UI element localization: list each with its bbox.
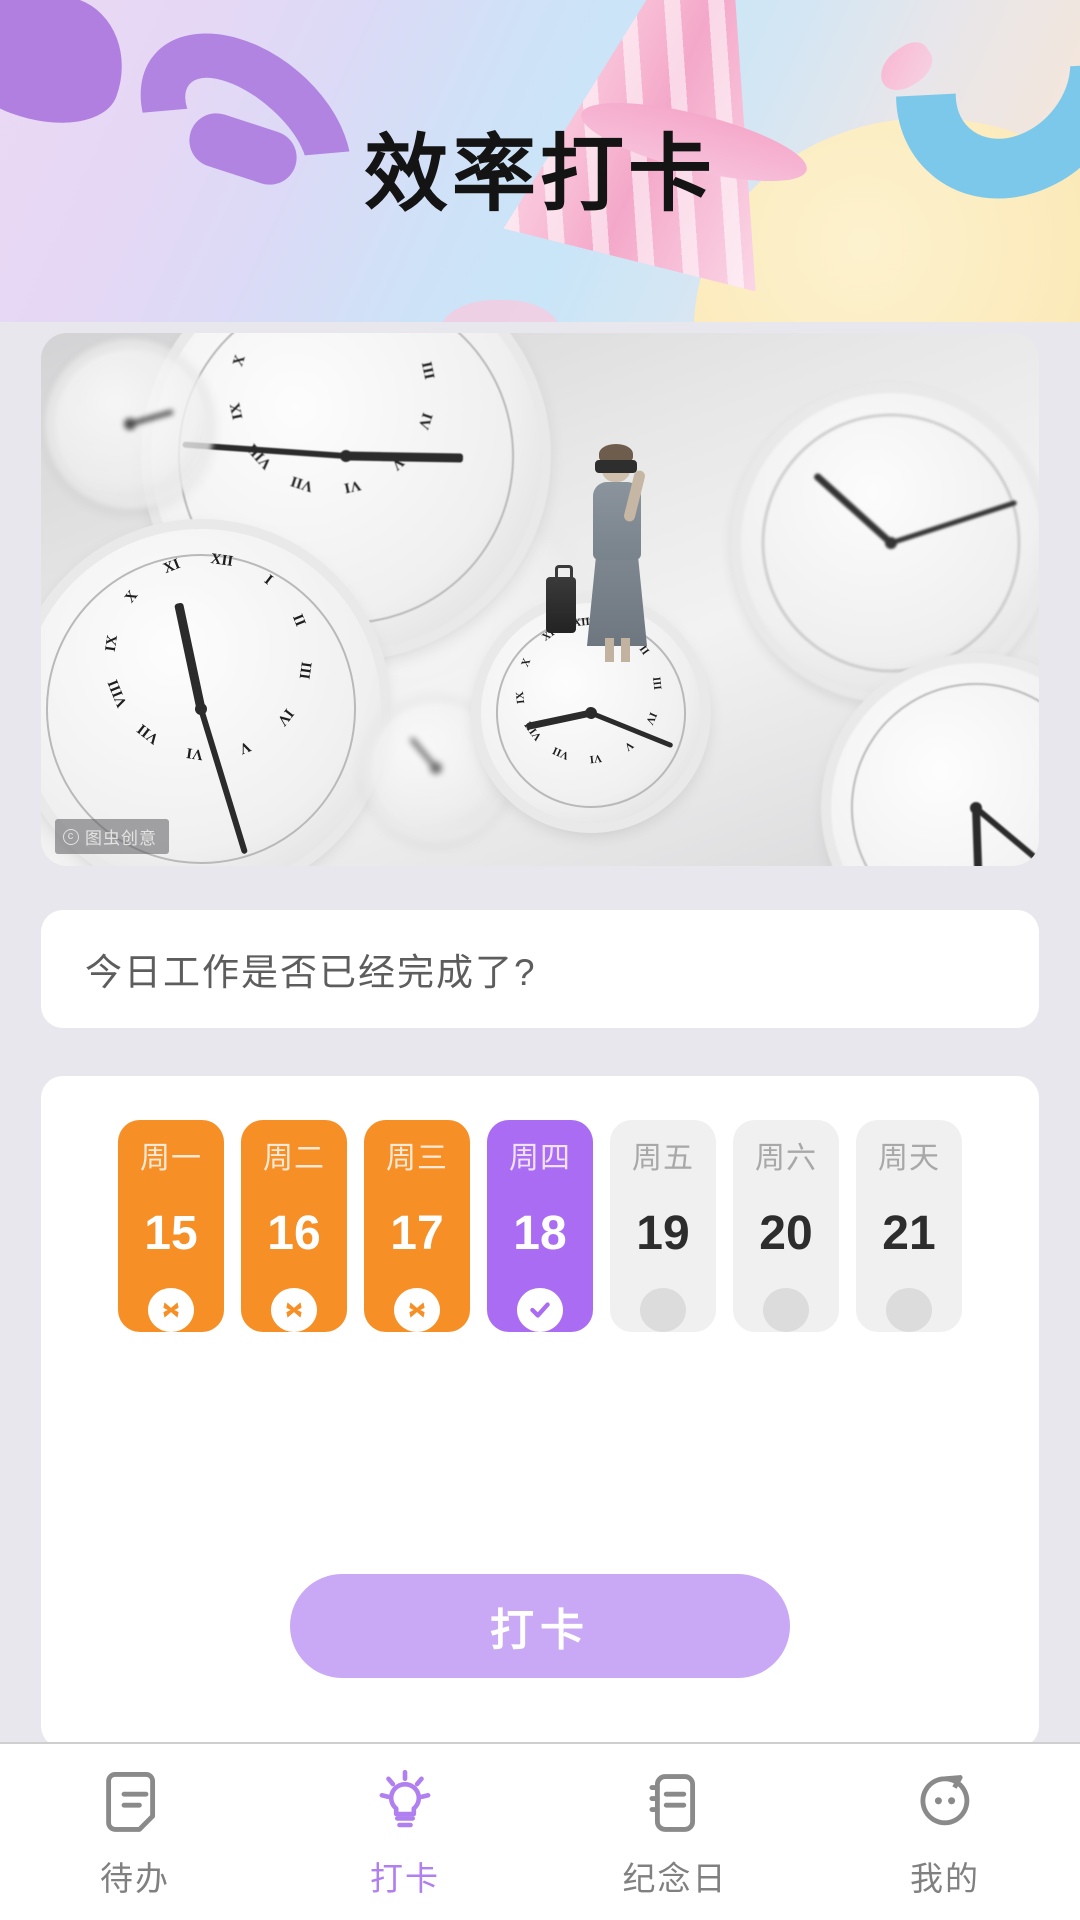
checkin-button[interactable]: 打卡 — [290, 1574, 790, 1678]
check-icon — [530, 1302, 550, 1318]
week-day-list: 周一 15 周二 16 周三 17 周四 18 周五 19 周六 20 周天 2… — [41, 1120, 1039, 1332]
tab-todo[interactable]: 待办 — [0, 1744, 270, 1920]
day-status-pending — [763, 1288, 809, 1332]
image-watermark: c 图虫创意 — [55, 819, 169, 854]
notebook-icon — [649, 1774, 696, 1832]
x-icon — [286, 1302, 302, 1318]
tab-label: 纪念日 — [622, 1860, 728, 1897]
x-icon — [409, 1302, 425, 1318]
tab-label: 打卡 — [370, 1860, 440, 1897]
app-root: 效率打卡 XII I II III IV V VI VII VIII — [0, 0, 1080, 1920]
day-date: 19 — [636, 1207, 690, 1260]
day-card-sunday[interactable]: 周天 21 — [856, 1120, 962, 1332]
watermark-label: 图虫创意 — [85, 829, 157, 848]
tab-checkin[interactable]: 打卡 — [270, 1744, 540, 1920]
day-status-pending — [640, 1288, 686, 1332]
day-name: 周一 — [140, 1142, 202, 1175]
week-checkin-card: 周一 15 周二 16 周三 17 周四 18 周五 19 周六 20 周天 2… — [41, 1076, 1039, 1748]
day-card-friday[interactable]: 周五 19 — [610, 1120, 716, 1332]
decor-purple-blob-icon — [0, 0, 144, 146]
day-date: 21 — [882, 1207, 936, 1260]
hero-image-content: XII I II III IV V VI VII VIII IX X XI XI… — [41, 333, 1039, 866]
day-status-missed — [148, 1288, 194, 1332]
day-card-thursday[interactable]: 周四 18 — [487, 1120, 593, 1332]
page-title: 效率打卡 — [363, 127, 716, 221]
day-name: 周四 — [509, 1142, 571, 1175]
day-name: 周天 — [878, 1142, 940, 1175]
day-card-tuesday[interactable]: 周二 16 — [241, 1120, 347, 1332]
question-text: 今日工作是否已经完成了? — [85, 952, 537, 993]
bottom-navigation: 待办 打卡 纪念日 我的 — [0, 1742, 1080, 1920]
day-card-saturday[interactable]: 周六 20 — [733, 1120, 839, 1332]
day-status-missed — [271, 1288, 317, 1332]
day-date: 17 — [390, 1207, 444, 1260]
copyright-icon: c — [63, 828, 79, 845]
day-card-wednesday[interactable]: 周三 17 — [364, 1120, 470, 1332]
day-date: 15 — [144, 1207, 198, 1260]
day-name: 周六 — [755, 1142, 817, 1175]
note-icon — [106, 1771, 156, 1832]
x-icon — [163, 1302, 179, 1318]
day-date: 16 — [267, 1207, 321, 1260]
tab-anniversary[interactable]: 纪念日 — [540, 1744, 810, 1920]
day-status-checked — [517, 1288, 563, 1332]
day-name: 周三 — [386, 1142, 448, 1175]
day-date: 18 — [513, 1207, 567, 1260]
clock-face-icon — [55, 349, 205, 499]
day-name: 周二 — [263, 1142, 325, 1175]
face-icon — [920, 1775, 970, 1826]
lightbulb-icon — [379, 1770, 431, 1828]
tab-profile[interactable]: 我的 — [810, 1744, 1080, 1920]
decor-smile-arc-icon — [0, 211, 516, 322]
hero-image: XII I II III IV V VI VII VIII IX X XI XI… — [41, 333, 1039, 866]
suitcase-icon — [546, 565, 576, 633]
tab-label: 待办 — [100, 1860, 170, 1897]
day-name: 周五 — [632, 1142, 694, 1175]
woman-figure — [575, 438, 657, 666]
day-status-missed — [394, 1288, 440, 1332]
day-status-pending — [886, 1288, 932, 1332]
day-date: 20 — [759, 1207, 813, 1260]
page-header: 效率打卡 — [0, 0, 1080, 322]
day-card-monday[interactable]: 周一 15 — [118, 1120, 224, 1332]
question-card[interactable]: 今日工作是否已经完成了? — [41, 910, 1039, 1028]
tab-label: 我的 — [910, 1860, 980, 1897]
binoculars-icon — [595, 460, 637, 473]
